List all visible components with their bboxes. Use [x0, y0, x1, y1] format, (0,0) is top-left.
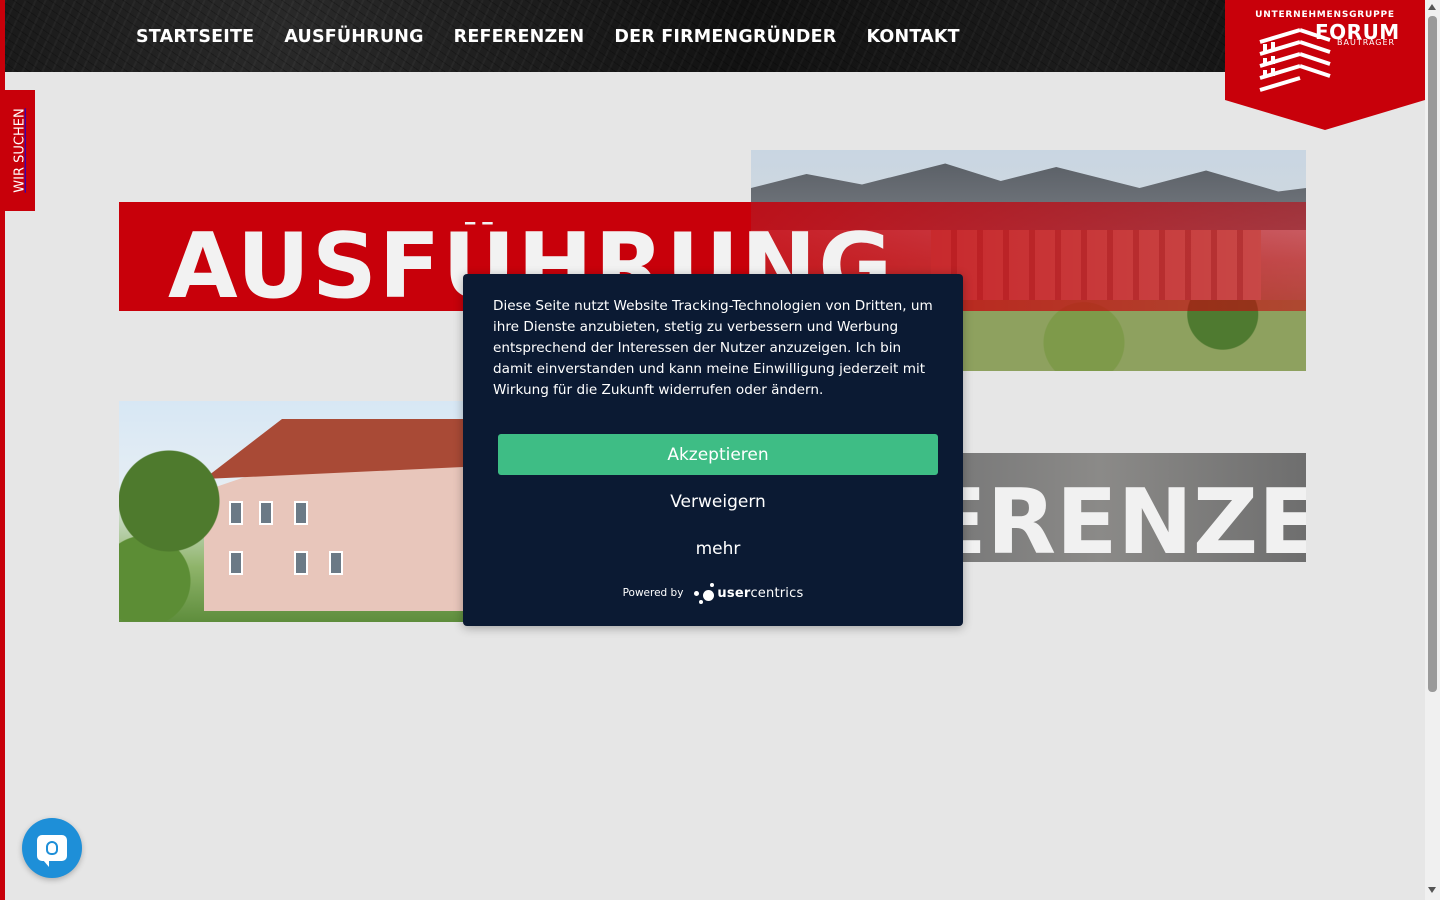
- referenzen-title: REFERENZEN: [963, 478, 1306, 562]
- forum-logo[interactable]: UNTERNEHMENSGRUPPE FORUM BAUTRÄGER: [1225, 0, 1425, 130]
- fingerprint-icon: [46, 841, 58, 855]
- more-button[interactable]: mehr: [498, 529, 938, 569]
- nav-kontakt[interactable]: KONTAKT: [866, 27, 959, 47]
- main-nav: STARTSEITE AUSFÜHRUNG REFERENZEN DER FIR…: [136, 27, 960, 47]
- image-window: [294, 551, 308, 575]
- logo-sub: BAUTRÄGER: [1337, 38, 1396, 47]
- image-tree: [119, 421, 229, 621]
- scrollbar-thumb[interactable]: [1428, 16, 1437, 692]
- scroll-down-arrow-icon[interactable]: [1428, 887, 1436, 893]
- scroll-up-arrow-icon[interactable]: [1428, 4, 1436, 10]
- logo-top-text: UNTERNEHMENSGRUPPE: [1255, 10, 1395, 20]
- usercentrics-logo[interactable]: usercentrics: [693, 582, 803, 604]
- usercentrics-dots-icon: [693, 582, 715, 604]
- deny-button[interactable]: Verweigern: [498, 482, 938, 522]
- logo-arrow: [1225, 100, 1425, 130]
- image-window: [259, 501, 273, 525]
- powered-by-label: Powered by: [622, 587, 684, 599]
- nav-referenzen[interactable]: REFERENZEN: [454, 27, 585, 47]
- referenzen-image[interactable]: [119, 401, 463, 622]
- usercentrics-brand-rest: centrics: [750, 585, 804, 601]
- referenzen-title-clip[interactable]: REFERENZEN: [963, 478, 1306, 562]
- nav-startseite[interactable]: STARTSEITE: [136, 27, 254, 47]
- image-window: [329, 551, 343, 575]
- consent-text: Diese Seite nutzt Website Tracking-Techn…: [493, 298, 933, 398]
- image-window: [229, 501, 243, 525]
- image-window: [229, 551, 243, 575]
- fingerprint-chat-icon: [37, 835, 67, 867]
- privacy-settings-button[interactable]: [22, 818, 82, 878]
- nav-ausfuehrung[interactable]: AUSFÜHRUNG: [284, 27, 423, 47]
- nav-firmengruender[interactable]: DER FIRMENGRÜNDER: [614, 27, 836, 47]
- usercentrics-brand-bold: user: [717, 585, 751, 601]
- accept-button[interactable]: Akzeptieren: [498, 434, 938, 475]
- wir-suchen-tab[interactable]: WIR SUCHEN: [5, 90, 35, 211]
- wir-suchen-label: WIR SUCHEN: [12, 108, 28, 193]
- image-window: [294, 501, 308, 525]
- cookie-consent-dialog: Diese Seite nutzt Website Tracking-Techn…: [463, 274, 963, 626]
- site-header: STARTSEITE AUSFÜHRUNG REFERENZEN DER FIR…: [5, 0, 1425, 72]
- powered-by: Powered by usercentrics: [463, 582, 963, 604]
